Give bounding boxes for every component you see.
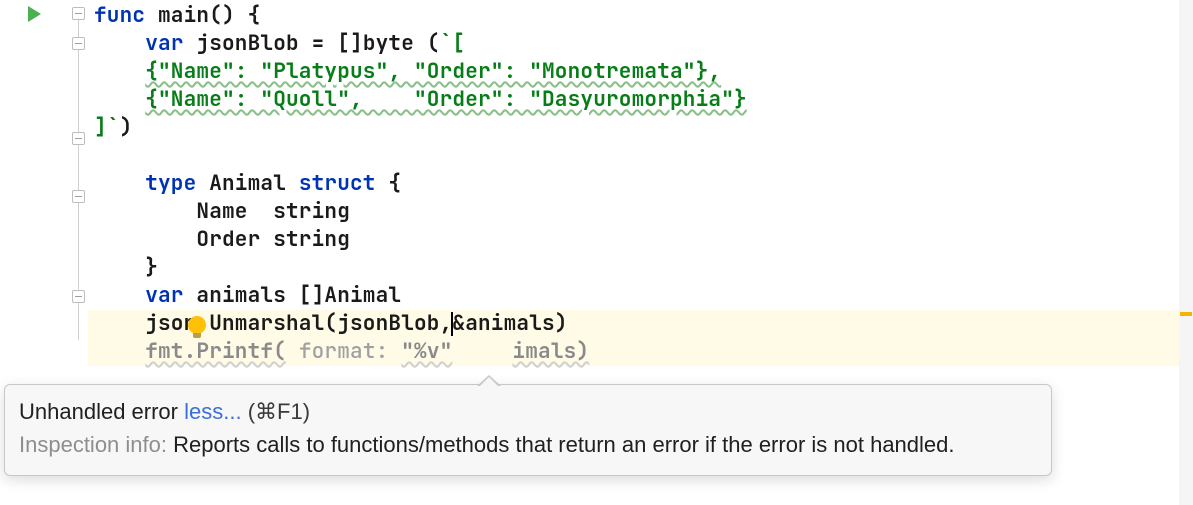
warning-marker[interactable] (1180, 312, 1192, 316)
code-line[interactable]: Name string (88, 198, 1193, 226)
code-line[interactable]: type Animal struct { (88, 170, 1193, 198)
code-line-warning[interactable]: json.Unmarshal(jsonBlob,&animals) (88, 310, 1181, 338)
fold-toggle-icon[interactable] (72, 190, 85, 203)
code-line[interactable]: {"Name": "Platypus", "Order": "Monotrema… (88, 58, 1193, 86)
tooltip-shortcut: (⌘F1) (248, 399, 310, 424)
inspection-info-label: Inspection info: (19, 432, 167, 457)
inspection-tooltip: Unhandled error less... (⌘F1) Inspection… (4, 384, 1052, 476)
tooltip-pointer-icon (477, 375, 501, 386)
keyword-var: var (145, 282, 183, 309)
code-line[interactable] (88, 142, 1193, 170)
tooltip-less-link[interactable]: less... (184, 399, 241, 424)
keyword-func: func (94, 2, 145, 29)
struct-field: Name string (94, 198, 350, 225)
fold-toggle-icon[interactable] (72, 37, 85, 50)
intention-bulb-icon[interactable] (188, 316, 206, 334)
fold-toggle-icon[interactable] (72, 290, 85, 303)
string-open: `[ (440, 30, 466, 57)
code-line[interactable]: var animals []Animal (88, 282, 1193, 310)
code-line[interactable]: } (88, 254, 1193, 282)
code-line[interactable]: ]`) (88, 114, 1193, 142)
fold-toggle-icon[interactable] (72, 7, 85, 20)
error-stripe[interactable] (1179, 0, 1193, 505)
fold-toggle-icon[interactable] (72, 132, 85, 145)
func-name: main() (145, 2, 247, 29)
keyword-var: var (145, 30, 183, 57)
brace: { (248, 2, 261, 29)
string-literal: {"Name": "Quoll", "Order": "Dasyuromorph… (145, 86, 747, 113)
call-expression: fmt.Printf( (145, 338, 286, 365)
tooltip-body: Inspection info: Reports calls to functi… (19, 428, 1037, 461)
code-line[interactable]: Order string (88, 226, 1193, 254)
string-close: ]` (94, 114, 120, 141)
parameter-hint: format: (286, 338, 401, 365)
inspection-info-text: Reports calls to functions/methods that … (167, 432, 955, 457)
code-line[interactable]: {"Name": "Quoll", "Order": "Dasyuromorph… (88, 86, 1193, 114)
keyword-struct: struct (299, 170, 376, 197)
keyword-type: type (145, 170, 196, 197)
struct-field: Order string (94, 226, 350, 253)
code-line[interactable]: var jsonBlob = []byte (`[ (88, 30, 1193, 58)
tooltip-heading: Unhandled error less... (⌘F1) (19, 395, 1037, 428)
run-icon[interactable] (28, 6, 41, 22)
string-literal: {"Name": "Platypus", "Order": "Monotrema… (145, 58, 721, 85)
code-line[interactable]: fmt.Printf( format: "%v"imals) (88, 338, 1181, 366)
tooltip-title: Unhandled error (19, 399, 178, 424)
code-line[interactable]: func main() { (88, 2, 1193, 30)
